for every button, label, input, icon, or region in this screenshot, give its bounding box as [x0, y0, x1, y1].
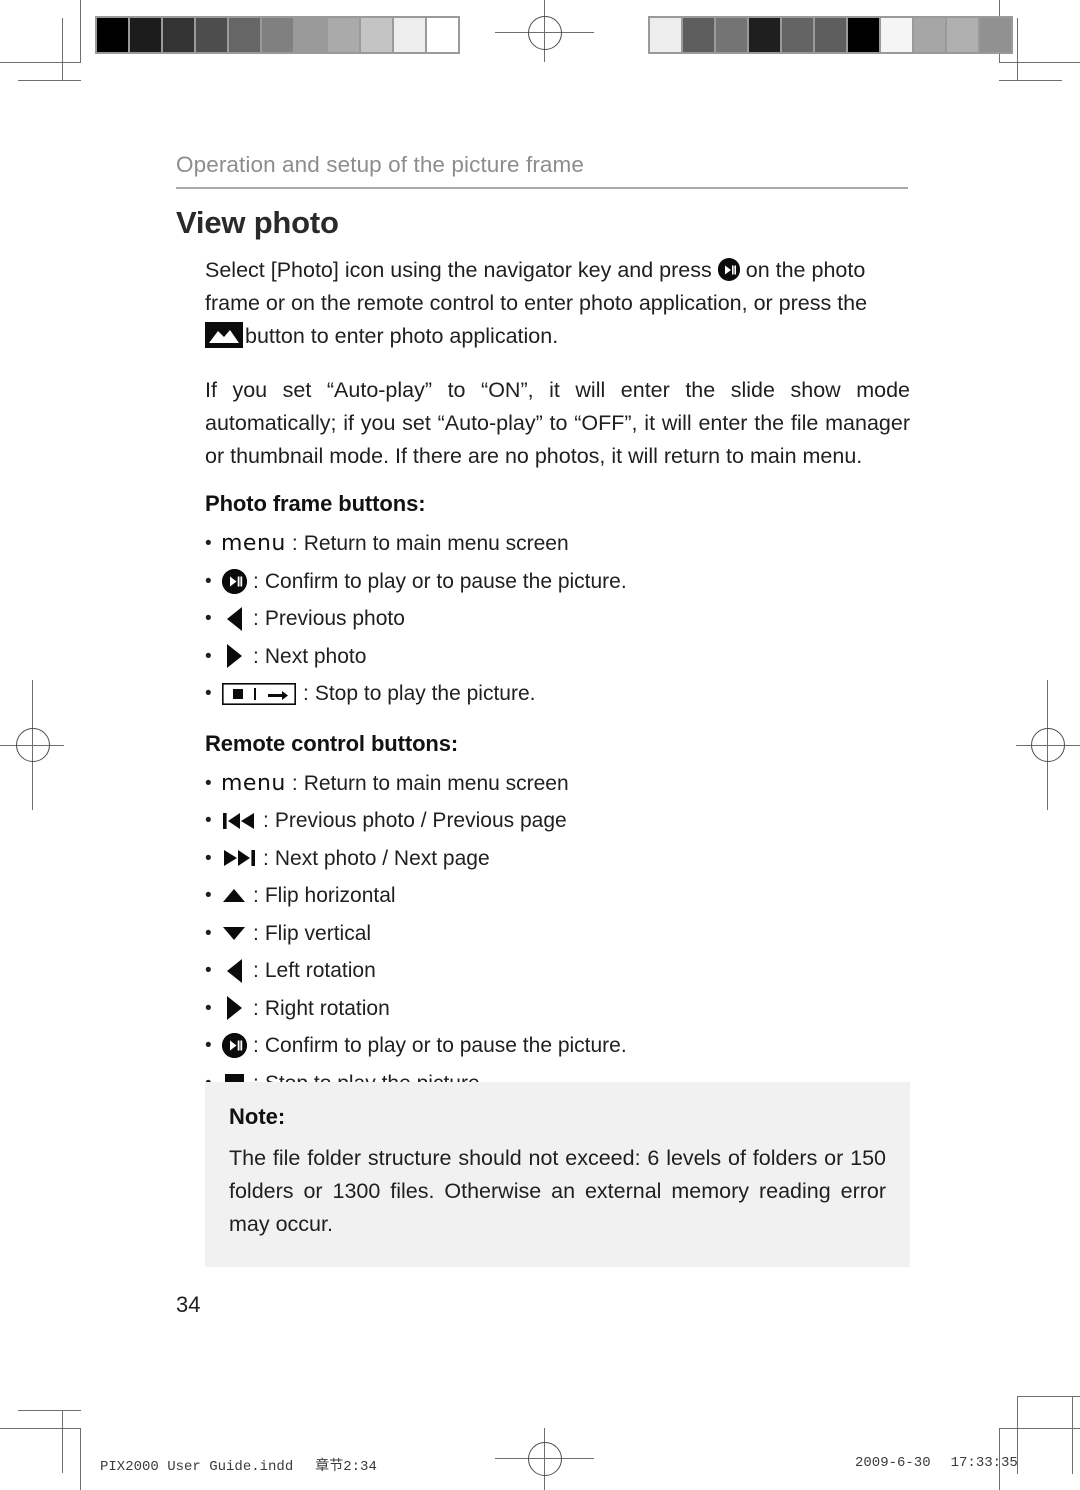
list-bullet: •	[205, 1035, 212, 1056]
menu-text-icon: menu	[221, 768, 286, 798]
running-header-rule	[176, 187, 908, 189]
list-bullet: •	[205, 683, 212, 704]
list-item-label: Previous photo	[264, 607, 405, 630]
list-bullet: •	[205, 997, 212, 1019]
list-bullet: •	[205, 570, 212, 592]
footer-file-name: PIX2000 User Guide.indd	[100, 1459, 294, 1475]
list-item-label: Left rotation	[264, 959, 376, 982]
list-item-separator: :	[253, 959, 259, 982]
list-bullet: •	[205, 645, 212, 667]
intro-p1-text-1: Select [Photo] icon using the navigator …	[205, 258, 712, 282]
list-item: • : Confirm to play or to pause the pict…	[205, 563, 910, 601]
menu-text-icon-label: menu	[221, 531, 286, 556]
list-item-label: Confirm to play or to pause the picture.	[264, 1034, 627, 1057]
triangle-right-icon	[221, 993, 247, 1023]
list-item: • : Previous photo / Previous page	[205, 802, 910, 840]
triangle-down-icon	[221, 918, 247, 948]
list-item-separator: :	[253, 884, 259, 907]
list-item: • : Next photo	[205, 638, 910, 676]
remote-control-buttons-heading: Remote control buttons:	[205, 730, 459, 756]
list-bullet: •	[205, 922, 212, 944]
list-item-label: Stop to play the picture.	[314, 682, 536, 705]
list-item-label: Right rotation	[264, 996, 390, 1020]
play-pause-circle-icon	[717, 258, 740, 281]
note-title: Note:	[229, 1104, 286, 1129]
list-item-label: Previous photo / Previous page	[274, 809, 567, 832]
triangle-up-icon	[221, 881, 247, 911]
list-item: • : Flip vertical	[205, 915, 910, 953]
list-item: • : Previous photo	[205, 600, 910, 638]
list-item: • : Next photo / Next page	[205, 840, 910, 878]
list-item-separator: :	[253, 569, 259, 593]
list-item-separator: :	[253, 644, 259, 668]
footer-timestamp: 2009-6-30 17:33:35	[855, 1455, 1018, 1471]
list-bullet: •	[205, 885, 212, 906]
page-title: View photo	[176, 205, 339, 240]
list-item-separator: :	[253, 921, 259, 945]
list-item: • menu : Return to main menu screen	[205, 765, 910, 803]
list-bullet: •	[205, 772, 212, 794]
list-bullet: •	[205, 847, 212, 869]
intro-paragraph-2: If you set “Auto-play” to “ON”, it will …	[205, 378, 910, 468]
list-item-separator: :	[263, 809, 269, 832]
menu-text-icon: menu	[221, 529, 286, 559]
body-content: Select [Photo] icon using the navigator …	[205, 254, 910, 1102]
next-track-icon	[221, 843, 257, 873]
photo-frame-buttons-heading: Photo frame buttons:	[205, 491, 426, 516]
stop-bar-button-icon	[221, 679, 297, 709]
footer-date: 2009-6-30	[855, 1455, 931, 1471]
list-item: • : Left rotation	[205, 952, 910, 990]
footer-time: 17:33:35	[950, 1455, 1018, 1471]
list-item-label: Next photo / Next page	[274, 846, 490, 870]
list-item-separator: :	[303, 682, 309, 705]
list-item-label: Confirm to play or to pause the picture.	[264, 569, 627, 593]
running-header: Operation and setup of the picture frame	[176, 152, 908, 189]
list-item: • : Right rotation	[205, 990, 910, 1028]
list-item-separator: :	[263, 846, 269, 870]
list-item: • : Confirm to play or to pause the pict…	[205, 1027, 910, 1065]
list-bullet: •	[205, 533, 212, 554]
document-page: Operation and setup of the picture frame…	[0, 0, 1080, 1490]
list-item-separator: :	[253, 1034, 259, 1057]
footer-file-info: PIX2000 User Guide.indd 章节2:34	[100, 1455, 377, 1475]
list-item-label: Next photo	[264, 644, 367, 668]
list-bullet: •	[205, 810, 212, 831]
triangle-right-icon	[221, 641, 247, 671]
list-item-separator: :	[291, 532, 298, 555]
list-item-separator: :	[253, 996, 259, 1020]
list-item: • : Stop to play the picture.	[205, 675, 910, 713]
list-item-label: Flip vertical	[264, 921, 372, 945]
intro-paragraph-1: Select [Photo] icon using the navigator …	[205, 254, 910, 358]
page-number: 34	[176, 1292, 201, 1317]
list-item-separator: :	[253, 607, 259, 630]
list-bullet: •	[205, 608, 212, 629]
list-item: • : Flip horizontal	[205, 877, 910, 915]
play-pause-circle-icon	[221, 566, 247, 596]
list-item: • menu : Return to main menu screen	[205, 525, 910, 563]
remote-control-buttons-list: • menu : Return to main menu screen • : …	[205, 765, 910, 1103]
note-body: The file folder structure should not exc…	[229, 1146, 886, 1236]
list-item-separator: :	[291, 771, 298, 795]
intro-p1-text-3: button to enter photo application.	[245, 324, 559, 348]
photo-button-icon	[205, 322, 243, 358]
play-pause-circle-icon	[221, 1031, 247, 1061]
photo-frame-buttons-list: • menu : Return to main menu screen • : …	[205, 525, 910, 713]
menu-text-icon-label: menu	[221, 770, 286, 796]
note-box: Note: The file folder structure should n…	[205, 1082, 910, 1267]
previous-track-icon	[221, 806, 257, 836]
list-item-label: Flip horizontal	[264, 884, 396, 907]
list-item-label: Return to main menu screen	[303, 532, 569, 555]
list-item-label: Return to main menu screen	[303, 771, 569, 795]
triangle-left-icon	[221, 956, 247, 986]
footer-section: 章节2:34	[315, 1459, 377, 1475]
triangle-left-icon	[221, 604, 247, 634]
running-header-text: Operation and setup of the picture frame	[176, 152, 584, 177]
list-bullet: •	[205, 960, 212, 981]
